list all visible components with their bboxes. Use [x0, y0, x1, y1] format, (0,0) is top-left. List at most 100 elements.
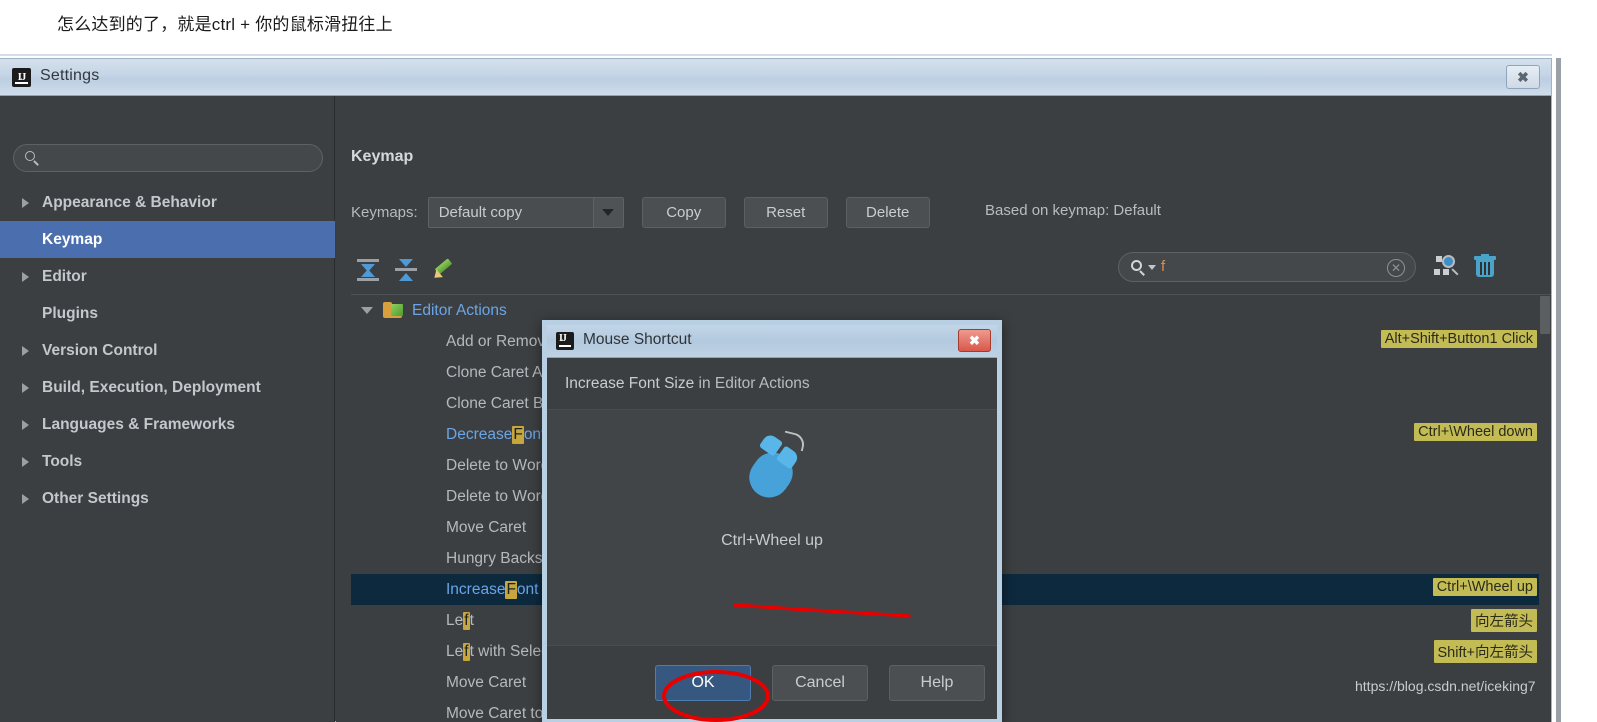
action-name: Delete to W	[446, 456, 527, 474]
settings-titlebar: IJ Settings ✖	[0, 59, 1551, 96]
cancel-button[interactable]: Cancel	[772, 664, 868, 701]
captured-shortcut-text: Ctrl+Wheel up	[721, 532, 823, 549]
dialog-header: Increase Font Size in Editor Actions	[547, 358, 997, 410]
chevron-down-icon[interactable]	[361, 307, 373, 314]
sidebar-item-appearance-behavior[interactable]: Appearance & Behavior	[0, 184, 335, 221]
action-name-rest: t	[521, 518, 527, 536]
dialog-action-name: Increase Font Size	[565, 374, 695, 392]
sidebar-search-wrap	[13, 144, 323, 172]
chevron-right-icon	[22, 382, 29, 393]
sidebar-item-label: Languages & Frameworks	[42, 415, 235, 433]
clear-search-icon[interactable]: ✕	[1387, 259, 1405, 277]
search-icon	[1131, 260, 1146, 276]
keymap-filter-input[interactable]: f ✕	[1118, 252, 1416, 282]
sidebar-item-other-settings[interactable]: Other Settings	[0, 480, 335, 517]
action-name: Move Care	[446, 518, 522, 536]
edit-shortcut-icon[interactable]	[431, 258, 455, 282]
action-name: Le	[446, 642, 464, 660]
settings-sidebar: Appearance & Behavior Keymap Editor Plug…	[0, 96, 335, 722]
page-caption-area: 怎么达到的了，就是ctrl + 你的鼠标滑扭往上	[0, 0, 1597, 56]
sidebar-item-label: Keymap	[42, 230, 103, 248]
settings-window-title: Settings	[40, 67, 100, 84]
watermark: https://blog.csdn.net/iceking7	[1355, 678, 1536, 694]
delete-button[interactable]: Delete	[845, 196, 930, 228]
search-input[interactable]	[13, 144, 323, 172]
sidebar-item-label: Tools	[42, 452, 83, 470]
chevron-right-icon	[22, 456, 29, 467]
sidebar-item-label: Editor	[42, 267, 87, 285]
page-scrollbar[interactable]	[1556, 58, 1561, 722]
help-button[interactable]: Help	[889, 664, 985, 701]
mouse-shortcut-titlebar: IJ Mouse Shortcut ✖	[547, 325, 997, 358]
shortcut-badge: Ctrl+\Wheel up	[1432, 578, 1537, 596]
chevron-right-icon	[22, 419, 29, 430]
action-name-rest: t	[469, 611, 474, 629]
shortcut-badge: 向左箭头	[1471, 609, 1537, 632]
action-name-rest: t	[521, 673, 527, 691]
chevron-right-icon	[22, 493, 29, 504]
sidebar-item-label: Build, Execution, Deployment	[42, 378, 261, 396]
trash-icon[interactable]	[1473, 254, 1497, 280]
reset-button[interactable]: Reset	[743, 196, 828, 228]
shortcut-capture-area[interactable]: Ctrl+Wheel up	[547, 410, 997, 645]
tree-scrollbar[interactable]	[1539, 295, 1551, 722]
shortcut-badge: Alt+Shift+Button1 Click	[1380, 330, 1537, 348]
chevron-down-icon[interactable]	[1148, 265, 1156, 270]
tree-group-label: Editor Actions	[412, 301, 507, 319]
sidebar-item-label: Plugins	[42, 304, 98, 322]
caption-text: 怎么达到的了，就是ctrl + 你的鼠标滑扭往上	[57, 15, 393, 34]
close-icon[interactable]: ✖	[958, 329, 991, 352]
action-name: Decrease	[446, 425, 513, 443]
keymap-select-value: Default copy	[438, 203, 523, 221]
mouse-icon	[741, 430, 811, 506]
sidebar-item-version-control[interactable]: Version Control	[0, 332, 335, 369]
action-name-match: F	[512, 425, 524, 444]
copy-button[interactable]: Copy	[641, 196, 726, 228]
keymap-select[interactable]: Default copy	[427, 196, 624, 228]
action-name: Move Care	[446, 704, 522, 722]
page-title: Keymap	[351, 148, 414, 165]
sidebar-item-plugins[interactable]: Plugins	[0, 295, 335, 332]
chevron-right-icon	[22, 197, 29, 208]
action-name-match: F	[505, 580, 517, 599]
dialog-title: Mouse Shortcut	[583, 331, 692, 348]
sidebar-item-label: Version Control	[42, 341, 158, 359]
intellij-idea-icon: IJ	[556, 332, 574, 350]
sidebar-item-tools[interactable]: Tools	[0, 443, 335, 480]
action-name: Hungry Bac	[446, 549, 527, 567]
tree-scrollbar-thumb[interactable]	[1540, 296, 1550, 334]
chevron-down-icon[interactable]	[592, 197, 623, 227]
find-shortcut-icon[interactable]	[1434, 254, 1460, 280]
sidebar-item-build-execution-deployment[interactable]: Build, Execution, Deployment	[0, 369, 335, 406]
keymap-filter-value: f	[1161, 258, 1166, 275]
action-name: Le	[446, 611, 464, 629]
action-name: Delete to W	[446, 487, 527, 505]
search-icon	[25, 151, 39, 166]
shortcut-badge: Ctrl+\Wheel down	[1414, 423, 1537, 441]
folder-icon	[383, 302, 404, 319]
sidebar-item-editor[interactable]: Editor	[0, 258, 335, 295]
mouse-shortcut-dialog: IJ Mouse Shortcut ✖ Increase Font Size i…	[542, 320, 1002, 722]
sidebar-item-languages-frameworks[interactable]: Languages & Frameworks	[0, 406, 335, 443]
sidebar-item-keymap[interactable]: Keymap	[0, 221, 335, 258]
dialog-action-context: in Editor Actions	[694, 374, 810, 392]
close-icon[interactable]: ✖	[1506, 65, 1540, 89]
sidebar-item-label: Other Settings	[42, 489, 149, 507]
action-name: Move Care	[446, 673, 522, 691]
screenshot-root: 怎么达到的了，就是ctrl + 你的鼠标滑扭往上 IJ Settings ✖ A…	[0, 0, 1597, 722]
dialog-footer: OK Cancel Help	[547, 645, 997, 719]
intellij-idea-icon: IJ	[12, 68, 31, 87]
chevron-right-icon	[22, 271, 29, 282]
chevron-right-icon	[22, 345, 29, 356]
caption-divider	[0, 54, 1552, 56]
sidebar-item-label: Appearance & Behavior	[42, 193, 217, 211]
expand-all-icon[interactable]	[355, 257, 381, 283]
based-on-keymap-label: Based on keymap: Default	[985, 202, 1161, 219]
keymaps-label: Keymaps:	[351, 203, 418, 221]
action-name: Increase	[446, 580, 506, 598]
collapse-all-icon[interactable]	[393, 257, 419, 283]
ok-button[interactable]: OK	[655, 664, 751, 701]
sidebar-list: Appearance & Behavior Keymap Editor Plug…	[0, 184, 335, 517]
keymaps-toolbar: Keymaps: Default copy Copy Reset Delete	[351, 196, 930, 228]
shortcut-badge: Shift+向左箭头	[1433, 640, 1537, 663]
